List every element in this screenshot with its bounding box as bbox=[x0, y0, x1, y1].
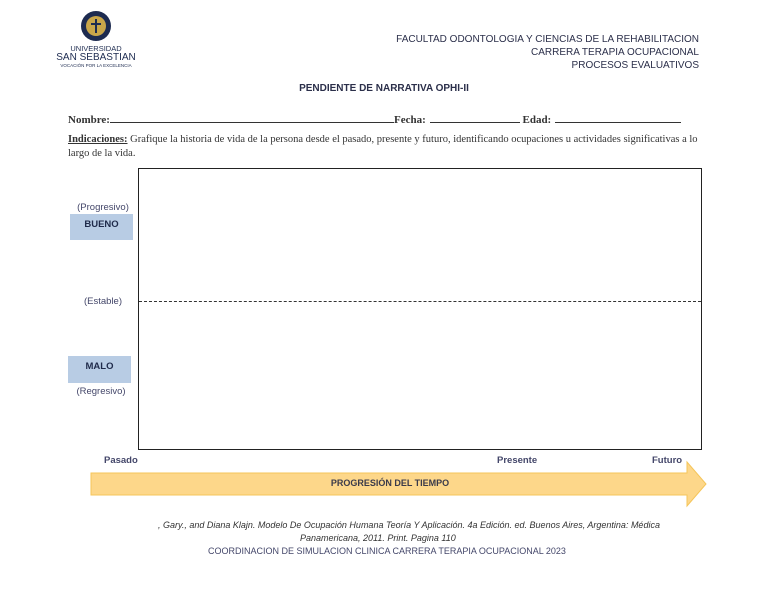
nombre-field[interactable] bbox=[109, 111, 394, 123]
citation-line-2: Panamericana, 2011. Print. Pagina 110 bbox=[300, 533, 456, 543]
label-progresivo: (Progresivo) bbox=[77, 202, 129, 213]
time-arrow-label: PROGRESIÓN DEL TIEMPO bbox=[330, 478, 450, 488]
stable-baseline bbox=[139, 301, 701, 302]
label-bueno: BUENO bbox=[70, 214, 133, 240]
nombre-label: Nombre: bbox=[68, 114, 110, 126]
graph-area[interactable] bbox=[138, 168, 702, 450]
label-estable: (Estable) bbox=[83, 296, 122, 307]
instructions-label: Indicaciones: bbox=[68, 134, 128, 145]
instructions: Indicaciones: Grafique la historia de vi… bbox=[68, 133, 708, 161]
page-title: PENDIENTE DE NARRATIVA OPHI-II bbox=[299, 83, 469, 94]
logo-tagline: VOCACIÓN POR LA EXCELENCIA bbox=[60, 63, 132, 68]
seal-icon bbox=[81, 11, 111, 41]
instructions-text: Grafique la historia de vida de la perso… bbox=[68, 134, 698, 159]
header-faculty: FACULTAD ODONTOLOGIA Y CIENCIAS DE LA RE… bbox=[396, 34, 699, 45]
form-line: Nombre: Fecha: Edad: bbox=[68, 111, 682, 126]
header-career: CARRERA TERAPIA OCUPACIONAL bbox=[530, 47, 699, 58]
label-regresivo: (Regresivo) bbox=[76, 386, 126, 397]
fecha-field[interactable] bbox=[429, 111, 520, 123]
university-logo: UNIVERSIDAD SAN SEBASTIAN VOCACIÓN POR L… bbox=[56, 10, 136, 68]
edad-field[interactable] bbox=[555, 111, 682, 123]
fecha-label: Fecha: bbox=[393, 114, 426, 126]
label-malo: MALO bbox=[68, 356, 131, 383]
document-page: UNIVERSIDAD SAN SEBASTIAN VOCACIÓN POR L… bbox=[0, 0, 768, 594]
citation-line-1: , Gary., and Diana Klajn. Modelo De Ocup… bbox=[158, 520, 660, 530]
edad-label: Edad: bbox=[522, 114, 552, 126]
coordination-footer: COORDINACION DE SIMULACION CLINICA CARRE… bbox=[208, 546, 566, 556]
header-process: PROCESOS EVALUATIVOS bbox=[571, 60, 699, 71]
logo-text-2: SAN SEBASTIAN bbox=[56, 52, 136, 63]
